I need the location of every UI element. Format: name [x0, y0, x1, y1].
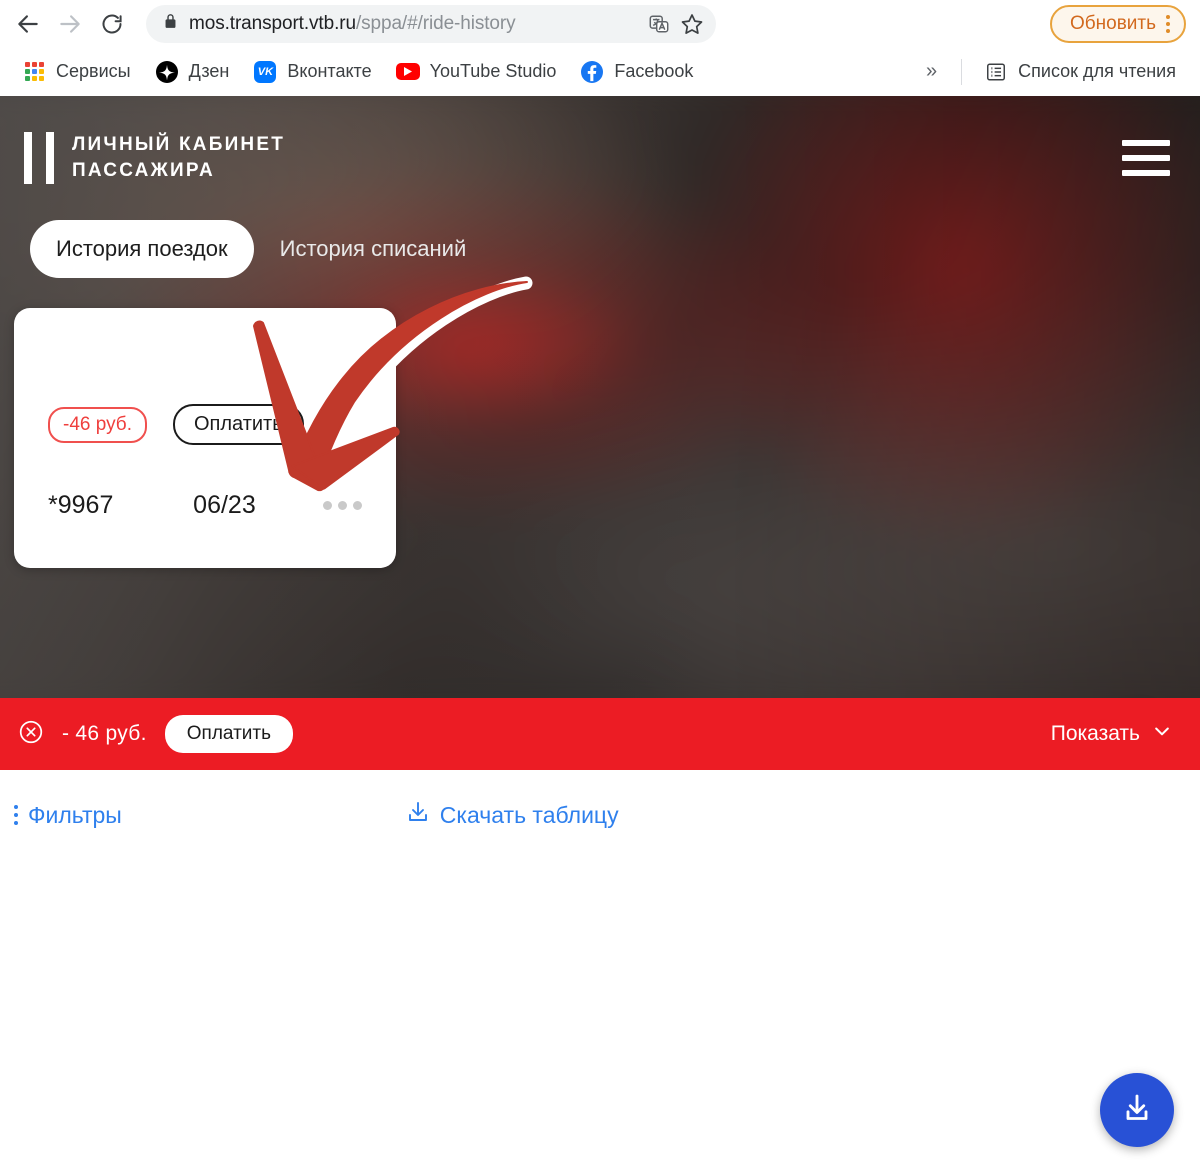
bookmark-youtube-studio[interactable]: YouTube Studio: [384, 54, 569, 90]
back-arrow-icon: [15, 11, 41, 37]
alert-show-button[interactable]: Показать: [1051, 721, 1172, 747]
alert-show-label: Показать: [1050, 722, 1140, 745]
bookmark-label: Дзен: [188, 61, 230, 81]
bookmark-vkontakte[interactable]: VK Вконтакте: [241, 54, 383, 90]
bookmark-label: Вконтакте: [287, 61, 372, 81]
star-icon[interactable]: [680, 12, 704, 36]
card-number: *9967: [48, 491, 114, 519]
lock-icon: [162, 13, 179, 35]
table-toolbar: Фильтры Скачать таблицу: [0, 770, 1200, 830]
hamburger-menu-icon[interactable]: [1120, 132, 1172, 184]
youtube-icon: [395, 60, 420, 84]
more-dots-icon[interactable]: [323, 501, 362, 510]
browser-toolbar: mos.transport.vtb.ru/sppa/#/ride-history…: [0, 0, 1200, 48]
url-text: mos.transport.vtb.ru/sppa/#/ride-history: [189, 13, 638, 35]
card-amount-badge: -46 руб.: [48, 406, 147, 443]
bookmark-servisy[interactable]: Сервисы: [10, 54, 143, 90]
download-table-label: Скачать таблицу: [439, 801, 619, 828]
card-bottom-row: *9967 06/23: [48, 491, 362, 520]
dzen-icon: [155, 60, 179, 84]
download-icon: [406, 800, 430, 830]
back-button[interactable]: [8, 4, 48, 44]
forward-arrow-icon: [57, 11, 83, 37]
alert-amount: - 46 руб.: [62, 722, 147, 745]
google-apps-grid-icon: [22, 60, 46, 84]
download-table-button[interactable]: Скачать таблицу: [406, 800, 619, 830]
update-button[interactable]: Обновить: [1049, 5, 1186, 43]
reload-icon: [100, 12, 124, 36]
payment-card[interactable]: -46 руб. Оплатить *9967 06/23: [14, 308, 396, 568]
bookmarks-overflow-button[interactable]: »: [912, 56, 951, 87]
chevron-down-icon: [1152, 721, 1172, 747]
download-fab-button[interactable]: [1100, 1073, 1174, 1147]
logo-line-1: ЛИЧНЫЙ КАБИНЕТ: [72, 134, 286, 156]
filters-button[interactable]: Фильтры: [14, 802, 122, 829]
bookmark-label: Сервисы: [56, 61, 131, 81]
history-tabs: История поездок История списаний: [0, 220, 1200, 278]
content-area: Фильтры Скачать таблицу: [0, 770, 1200, 1161]
logo-text: ЛИЧНЫЙ КАБИНЕТ ПАССАЖИРА: [72, 132, 285, 183]
download-icon: [1119, 1090, 1155, 1131]
vertical-dots-icon: [14, 805, 18, 825]
bookmarks-divider: [961, 58, 963, 85]
browser-chrome: mos.transport.vtb.ru/sppa/#/ride-history…: [0, 0, 1200, 96]
circle-x-icon[interactable]: [18, 719, 44, 750]
filters-label: Фильтры: [28, 801, 122, 828]
logo-line-2: ПАССАЖИРА: [72, 160, 215, 181]
alert-pay-button[interactable]: Оплатить: [164, 715, 293, 753]
facebook-icon: [580, 60, 604, 84]
bookmarks-bar: Сервисы Дзен VK Вконтакте YouTube Studio: [0, 48, 1200, 96]
app-logo[interactable]: ЛИЧНЫЙ КАБИНЕТ ПАССАЖИРА: [22, 132, 285, 184]
bookmark-label: YouTube Studio: [429, 61, 557, 81]
reload-button[interactable]: [92, 4, 132, 44]
debt-alert-banner: - 46 руб. Оплатить Показать: [0, 698, 1200, 770]
card-pay-button[interactable]: Оплатить: [172, 404, 304, 445]
vk-icon: VK: [253, 60, 277, 84]
alert-left-group: - 46 руб. Оплатить: [18, 715, 293, 753]
address-bar[interactable]: mos.transport.vtb.ru/sppa/#/ride-history: [146, 5, 716, 43]
tab-charge-history[interactable]: История списаний: [254, 220, 493, 278]
tab-ride-history[interactable]: История поездок: [30, 220, 254, 278]
app-header: ЛИЧНЫЙ КАБИНЕТ ПАССАЖИРА: [0, 96, 1200, 184]
bookmark-dzen[interactable]: Дзен: [143, 54, 242, 90]
card-expiry: 06/23: [193, 491, 256, 519]
logo-bars-icon: [22, 132, 54, 184]
hero-section: ЛИЧНЫЙ КАБИНЕТ ПАССАЖИРА История поездок…: [0, 96, 1200, 698]
card-top-row: -46 руб. Оплатить: [48, 404, 362, 445]
kebab-menu-icon[interactable]: [1166, 15, 1170, 33]
bookmark-label: Facebook: [614, 61, 694, 81]
reading-list-button[interactable]: Список для чтения: [972, 54, 1188, 90]
url-domain: mos.transport.vtb.ru: [189, 13, 356, 34]
bookmark-facebook[interactable]: Facebook: [568, 54, 705, 90]
translate-icon[interactable]: [648, 13, 670, 35]
reading-list-label: Список для чтения: [1018, 61, 1176, 81]
update-button-label: Обновить: [1069, 13, 1156, 34]
url-path: /sppa/#/ride-history: [355, 13, 516, 34]
forward-button[interactable]: [50, 4, 90, 44]
reading-list-icon: [984, 60, 1008, 84]
